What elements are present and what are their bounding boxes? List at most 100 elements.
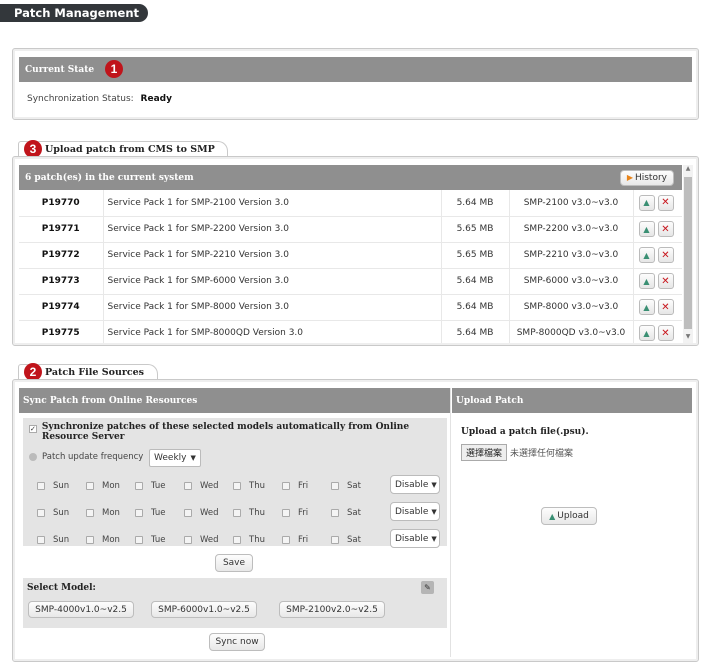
schedule-row: Sun Mon Tue Wed Thu Fri Sat [37, 530, 447, 550]
day-option[interactable]: Sun [37, 535, 86, 545]
day-option[interactable]: Tue [135, 535, 184, 545]
model-chip[interactable]: SMP-2100v2.0~v2.5 [279, 601, 385, 618]
delete-patch-button[interactable]: ✕ [657, 325, 674, 341]
day-checkbox[interactable] [135, 509, 143, 517]
day-checkbox[interactable] [184, 536, 192, 544]
day-option[interactable]: Wed [184, 481, 233, 491]
day-option[interactable]: Sat [331, 535, 380, 545]
auto-sync-checkbox[interactable]: ✓ [29, 425, 37, 433]
day-checkbox[interactable] [37, 536, 45, 544]
day-option[interactable]: Mon [86, 508, 135, 518]
sync-now-button[interactable]: Sync now [209, 633, 265, 651]
day-option[interactable]: Tue [135, 508, 184, 518]
day-option[interactable]: Wed [184, 508, 233, 518]
day-label: Tue [151, 481, 166, 491]
auto-sync-label: Synchronize patches of these selected mo… [41, 422, 410, 442]
day-checkbox[interactable] [37, 509, 45, 517]
patch-name: Service Pack 1 for SMP-2200 Version 3.0 [103, 216, 442, 243]
upload-button[interactable]: ▲ Upload [541, 507, 597, 525]
patch-size: 5.64 MB [441, 294, 510, 321]
day-option[interactable]: Mon [86, 481, 135, 491]
patch-actions: ▲ ✕ [633, 216, 682, 243]
sync-settings-box: ✓ Synchronize patches of these selected … [23, 418, 447, 548]
day-checkbox[interactable] [37, 482, 45, 490]
close-icon: ✕ [661, 197, 670, 209]
tab-upload-cms[interactable]: Upload patch from CMS to SMP [18, 141, 228, 157]
day-option[interactable]: Thu [233, 481, 282, 491]
day-checkbox[interactable] [282, 509, 290, 517]
day-checkbox[interactable] [331, 482, 339, 490]
file-input[interactable]: 選擇檔案 未選擇任何檔案 [461, 444, 573, 461]
day-option[interactable]: Fri [282, 481, 331, 491]
scroll-up-arrow[interactable]: ▲ [683, 165, 693, 175]
day-option[interactable]: Fri [282, 535, 331, 545]
day-option[interactable]: Mon [86, 535, 135, 545]
patch-model: SMP-8000 v3.0~v3.0 [509, 294, 634, 321]
day-checkbox[interactable] [86, 509, 94, 517]
patch-list-scrollbar[interactable]: ▲ ▼ [683, 165, 693, 343]
history-icon: ▶ [626, 173, 633, 182]
day-checkbox[interactable] [233, 536, 241, 544]
day-checkbox[interactable] [135, 536, 143, 544]
day-checkbox[interactable] [282, 536, 290, 544]
day-checkbox[interactable] [86, 482, 94, 490]
model-chip[interactable]: SMP-4000v1.0~v2.5 [28, 601, 134, 618]
scroll-thumb[interactable] [684, 177, 692, 329]
day-checkbox[interactable] [184, 509, 192, 517]
day-label: Sat [347, 508, 361, 518]
choose-file-button[interactable]: 選擇檔案 [461, 444, 508, 461]
delete-patch-button[interactable]: ✕ [657, 247, 674, 263]
day-option[interactable]: Wed [184, 535, 233, 545]
day-checkbox[interactable] [331, 536, 339, 544]
model-chip[interactable]: SMP-6000v1.0~v2.5 [151, 601, 257, 618]
day-option[interactable]: Sat [331, 481, 380, 491]
deploy-patch-button[interactable]: ▲ [638, 247, 655, 263]
edit-models-button[interactable]: ✎ [421, 581, 434, 594]
sync-now-label: Sync now [215, 637, 259, 647]
day-option[interactable]: Thu [233, 535, 282, 545]
schedule-select[interactable]: Disable ▼ [390, 502, 440, 521]
day-checkbox[interactable] [135, 482, 143, 490]
schedule-select[interactable]: Disable ▼ [390, 475, 440, 494]
day-checkbox[interactable] [184, 482, 192, 490]
delete-patch-button[interactable]: ✕ [657, 194, 674, 211]
scroll-down-arrow[interactable]: ▼ [683, 333, 693, 343]
deploy-patch-button[interactable]: ▲ [638, 273, 655, 289]
day-option[interactable]: Sun [37, 481, 86, 491]
day-label: Mon [102, 508, 120, 518]
close-icon: ✕ [661, 301, 670, 313]
day-checkbox[interactable] [86, 536, 94, 544]
deploy-patch-button[interactable]: ▲ [638, 299, 655, 315]
upload-icon: ▲ [643, 302, 650, 312]
deploy-patch-button[interactable]: ▲ [638, 194, 655, 211]
history-button[interactable]: ▶ History [619, 169, 674, 186]
auto-sync-option[interactable]: ✓ Synchronize patches of these selected … [29, 422, 441, 442]
chevron-down-icon: ▼ [190, 454, 196, 462]
patch-size: 5.64 MB [441, 190, 510, 217]
patch-id: P19771 [19, 216, 104, 243]
deploy-patch-button[interactable]: ▲ [638, 221, 655, 237]
delete-patch-button[interactable]: ✕ [657, 221, 674, 237]
day-option[interactable]: Sat [331, 508, 380, 518]
day-checkbox[interactable] [233, 509, 241, 517]
day-option[interactable]: Fri [282, 508, 331, 518]
deploy-patch-button[interactable]: ▲ [638, 325, 655, 341]
delete-patch-button[interactable]: ✕ [657, 299, 674, 315]
save-button[interactable]: Save [215, 554, 253, 572]
day-option[interactable]: Sun [37, 508, 86, 518]
day-label: Sat [347, 481, 361, 491]
current-state-panel: Current State 1 Synchronization Status: … [12, 48, 699, 120]
upload-section: Upload Patch Upload a patch file(.psu). … [452, 388, 692, 657]
day-checkbox[interactable] [282, 482, 290, 490]
delete-patch-button[interactable]: ✕ [657, 273, 674, 289]
day-label: Thu [249, 481, 265, 491]
day-option[interactable]: Tue [135, 481, 184, 491]
day-option[interactable]: Thu [233, 508, 282, 518]
schedule-select[interactable]: Disable ▼ [390, 529, 440, 548]
day-checkbox[interactable] [233, 482, 241, 490]
chevron-down-icon: ▼ [431, 534, 437, 543]
frequency-select[interactable]: Weekly ▼ [149, 449, 201, 467]
day-checkbox[interactable] [331, 509, 339, 517]
upload-instruction: Upload a patch file(.psu). [461, 427, 589, 437]
sync-header: Sync Patch from Online Resources [19, 388, 450, 413]
